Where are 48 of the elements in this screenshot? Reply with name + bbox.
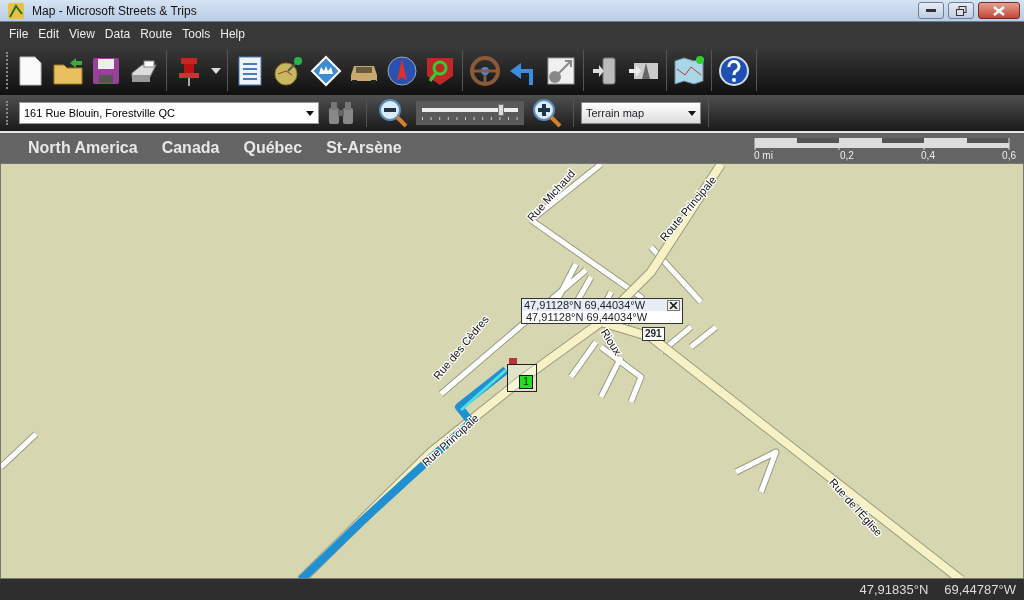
restore-button[interactable]	[948, 2, 974, 19]
pushpin-marker	[509, 358, 517, 364]
map-style-dropdown[interactable]: Terrain map	[581, 102, 701, 124]
menu-item[interactable]: File	[4, 25, 34, 43]
scale-label: 0 mi	[754, 149, 773, 161]
scale-label: 0,2	[840, 149, 854, 161]
route-shield: 291	[642, 327, 665, 341]
close-icon	[993, 5, 1005, 16]
menu-item[interactable]: Edit	[33, 25, 65, 43]
longitude-text: 69,44787°W	[944, 581, 1016, 600]
minimize-button[interactable]	[918, 2, 944, 19]
close-button[interactable]	[667, 299, 680, 311]
breadcrumb-link[interactable]: Canada	[161, 136, 220, 160]
restore-icon	[955, 5, 967, 16]
scale-label: 0,6	[1002, 149, 1016, 161]
breadcrumb-link[interactable]: North America	[28, 136, 138, 160]
stop-number: 1	[519, 375, 533, 389]
menu-item[interactable]: View	[64, 25, 100, 43]
menu-item[interactable]: Help	[215, 25, 250, 43]
globe-pin-icon[interactable]	[272, 54, 304, 87]
map-icon[interactable]	[673, 54, 705, 87]
app-icon[interactable]	[7, 1, 25, 20]
steering-wheel-icon[interactable]	[469, 54, 501, 87]
caret-icon[interactable]	[688, 110, 696, 116]
caret-icon[interactable]	[211, 67, 221, 74]
zoom-out-icon[interactable]	[377, 98, 409, 128]
address-combobox[interactable]: 161 Rue Blouin, Forestville QC	[19, 102, 319, 124]
breadcrumb-link[interactable]: Québec	[243, 136, 303, 160]
zoom-in-icon[interactable]	[531, 98, 563, 128]
zoom-slider-thumb[interactable]	[497, 104, 504, 116]
menu-item[interactable]: Data	[99, 25, 136, 43]
help-icon[interactable]	[718, 54, 750, 87]
popup-text: 47,91128°N 69,44034°W	[525, 311, 649, 323]
close-button[interactable]	[978, 2, 1020, 19]
breadcrumb-link[interactable]: St-Arsène	[326, 136, 402, 160]
scale-label: 0,4	[921, 149, 935, 161]
menu-item[interactable]: Tools	[177, 25, 216, 43]
minimize-icon	[926, 8, 936, 13]
popup-title: 47,91128°N 69,44034°W	[524, 299, 646, 311]
latitude-text: 47,91835°N	[859, 581, 929, 600]
compass-icon[interactable]	[386, 54, 418, 87]
crown-diamond-icon[interactable]	[310, 54, 342, 87]
close-icon	[669, 301, 678, 309]
menu-item[interactable]: Route	[135, 25, 178, 43]
binoculars-icon[interactable]	[326, 100, 356, 126]
window-title: Map - Microsoft Streets & Trips	[32, 2, 197, 20]
address-field[interactable]: 161 Rue Blouin, Forestville QC	[24, 104, 294, 122]
caret-icon[interactable]	[306, 110, 314, 116]
